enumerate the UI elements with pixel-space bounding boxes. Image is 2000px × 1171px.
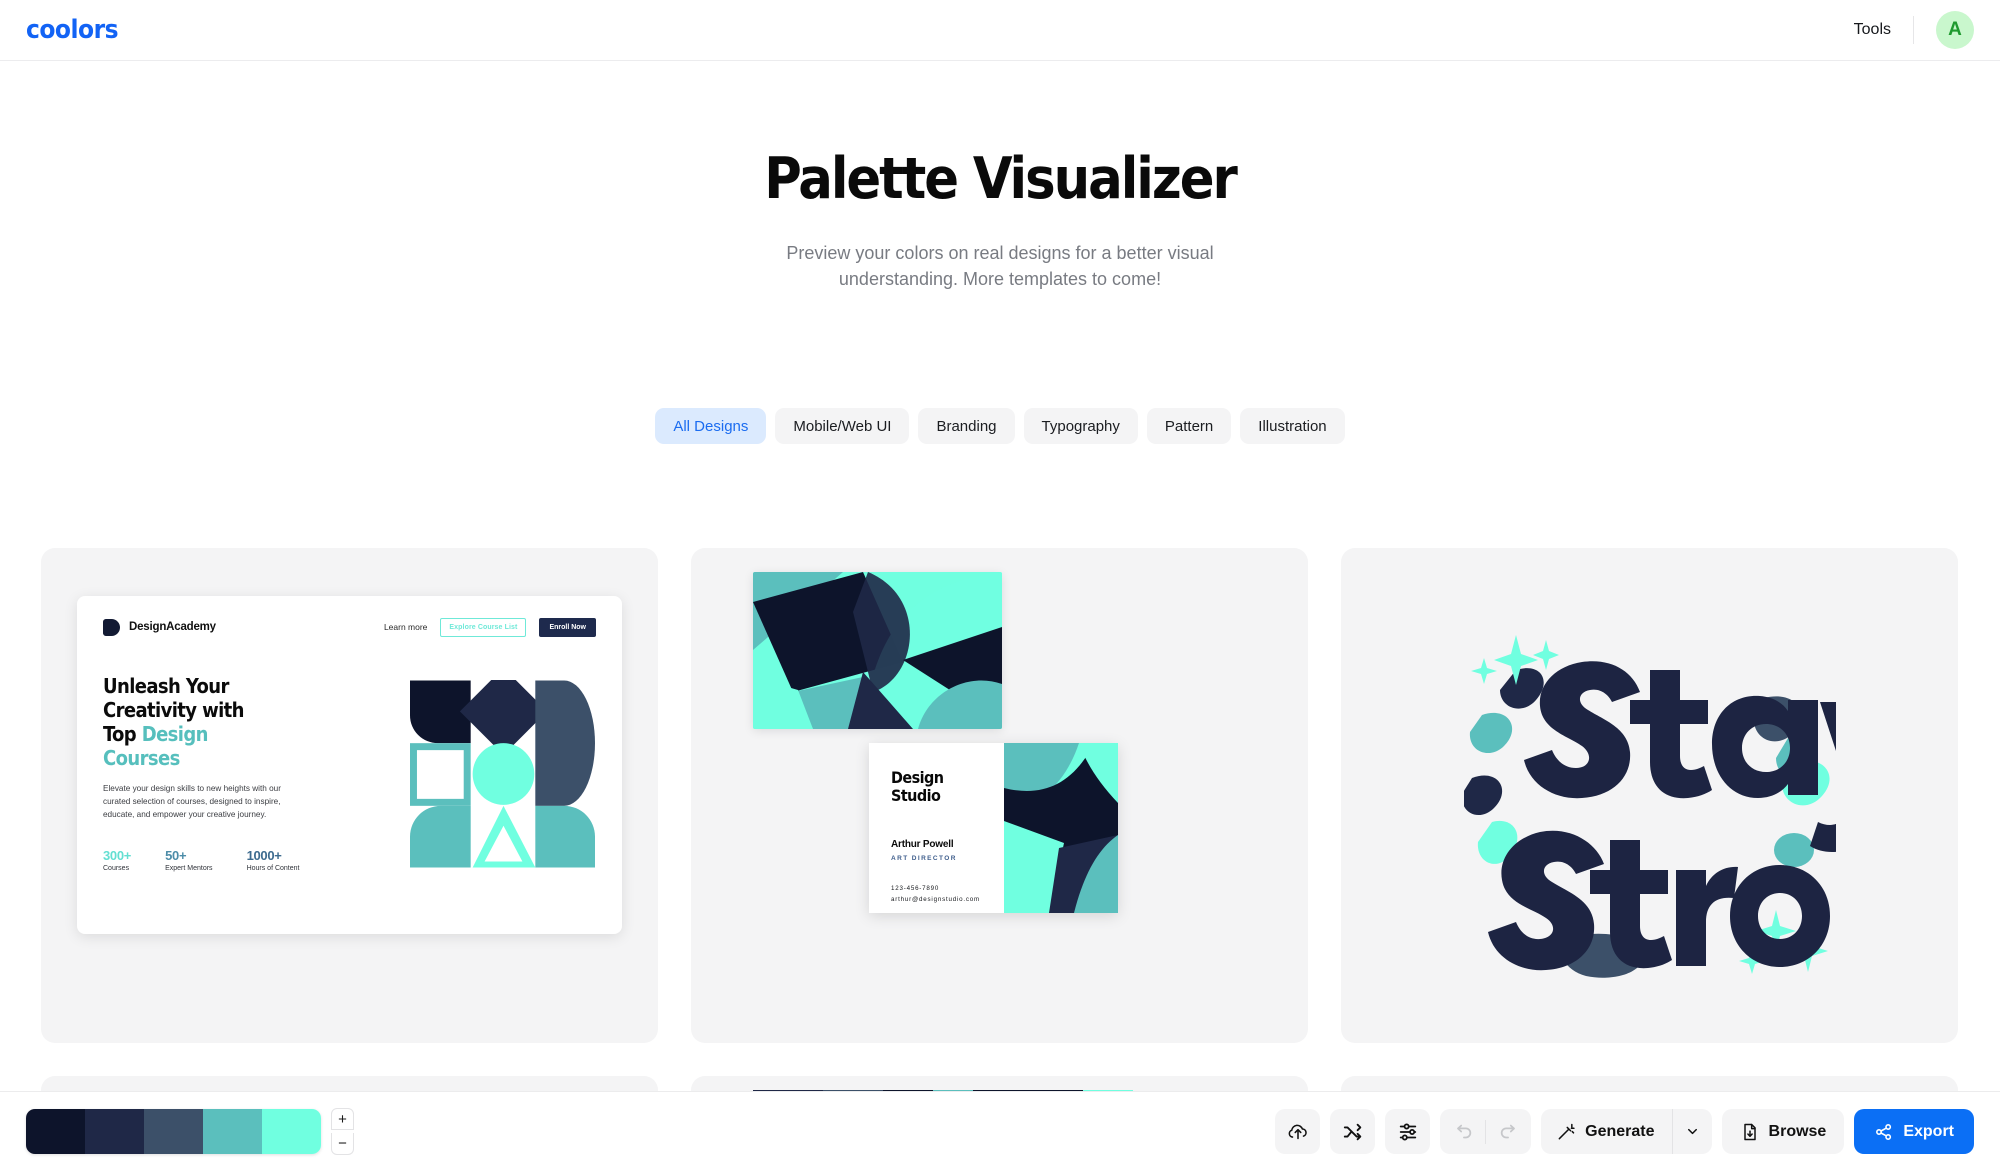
web-ui-mockup: DesignAcademy Learn more Explore Course … — [77, 596, 622, 934]
mockup-explore-button[interactable]: Explore Course List — [440, 617, 527, 637]
stat-number: 50+ — [165, 847, 187, 863]
palette-zoom-controls: + − — [331, 1108, 354, 1155]
upload-cloud-icon — [1288, 1124, 1307, 1139]
person-name: Arthur Powell — [891, 838, 954, 850]
mockup-headline: Unleash Your Creativity with Top Design … — [103, 674, 343, 770]
palette-swatch-4[interactable] — [203, 1109, 262, 1154]
browse-palettes-icon — [1743, 1123, 1756, 1140]
email-address: arthur@designstudio.com — [891, 895, 980, 903]
palette-controls: + − — [26, 1108, 354, 1155]
palette-swatch-3[interactable] — [144, 1109, 203, 1154]
adjust-sliders-icon — [1399, 1123, 1416, 1140]
redo-icon — [1500, 1124, 1515, 1138]
headline-line-2: Creativity with — [103, 698, 244, 722]
remove-color-button[interactable]: − — [331, 1133, 354, 1155]
mockup-learn-more-link[interactable]: Learn more — [384, 622, 427, 632]
design-academy-logo-icon — [103, 618, 120, 636]
stat-number: 1000+ — [246, 847, 282, 863]
design-card-illustration[interactable] — [1341, 548, 1958, 1043]
chevron-down-icon — [1687, 1128, 1697, 1135]
page-title: Palette Visualizer — [764, 146, 1238, 212]
design-card-branding[interactable]: Design Studio Arthur Powell ART DIRECTOR… — [691, 548, 1308, 1043]
design-card-web-ui[interactable]: DesignAcademy Learn more Explore Course … — [41, 548, 658, 1043]
undo-icon — [1456, 1124, 1471, 1138]
magic-wand-icon — [1558, 1123, 1575, 1139]
generate-label: Generate — [1585, 1122, 1655, 1140]
studio-name: Design Studio — [891, 769, 1004, 805]
mockup-brand: DesignAcademy — [103, 618, 216, 636]
design-filter-tabs: All Designs Mobile/Web UI Branding Typog… — [0, 408, 2000, 444]
export-button[interactable]: Export — [1854, 1109, 1974, 1154]
headline-line-3-prefix: Top — [103, 722, 142, 746]
geometric-shapes-illustration — [410, 680, 595, 868]
page-subtitle: Preview your colors on real designs for … — [786, 243, 1214, 290]
stat-item: 50+ Expert Mentors — [165, 848, 212, 872]
mockup-brand-name: DesignAcademy — [129, 621, 216, 633]
redo-button[interactable] — [1486, 1109, 1531, 1154]
stat-number: 300+ — [103, 847, 132, 863]
hero-section: Palette Visualizer Preview your colors o… — [0, 61, 2000, 292]
tab-illustration[interactable]: Illustration — [1240, 408, 1345, 444]
tab-pattern[interactable]: Pattern — [1146, 408, 1232, 444]
mockup-paragraph: Elevate your design skills to new height… — [103, 784, 281, 819]
undo-redo-group — [1440, 1109, 1532, 1154]
stat-label: Courses — [103, 864, 130, 872]
color-palette-strip — [26, 1109, 321, 1154]
mockup-enroll-button[interactable]: Enroll Now — [539, 617, 596, 637]
tab-all-designs[interactable]: All Designs — [655, 408, 767, 444]
top-bar-right-group: Tools A — [1832, 11, 1974, 49]
upload-image-button[interactable] — [1275, 1109, 1321, 1154]
studio-name-line-2: Studio — [891, 785, 941, 805]
top-bar-divider — [1913, 16, 1914, 44]
person-role: ART DIRECTOR — [891, 854, 957, 862]
business-card-mockup: Design Studio Arthur Powell ART DIRECTOR… — [869, 743, 1118, 913]
stat-label: Expert Mentors — [165, 864, 213, 872]
palette-swatch-1[interactable] — [26, 1109, 85, 1154]
share-icon — [1876, 1123, 1892, 1140]
headline-line-4: Courses — [103, 746, 180, 770]
business-card-info: Design Studio Arthur Powell ART DIRECTOR… — [869, 743, 1004, 913]
tab-typography[interactable]: Typography — [1023, 408, 1138, 444]
palette-swatch-5[interactable] — [262, 1109, 321, 1154]
mockup-navbar: DesignAcademy Learn more Explore Course … — [77, 596, 622, 658]
business-card-artwork — [1004, 743, 1118, 913]
mockup-hero-copy: Unleash Your Creativity with Top Design … — [103, 674, 343, 872]
generate-button-group[interactable]: Generate — [1541, 1109, 1712, 1154]
phone-number: 123-456-7890 — [891, 884, 940, 892]
stay-strong-lettering-illustration — [1463, 634, 1836, 978]
stat-label: Hours of Content — [246, 864, 300, 872]
palette-swatch-2[interactable] — [85, 1109, 144, 1154]
headline-line-1: Unleash Your — [103, 674, 229, 698]
stat-item: 300+ Courses — [103, 848, 131, 872]
studio-name-line-1: Design — [891, 768, 944, 787]
top-navigation-bar: coolors Tools A — [0, 0, 2000, 61]
tab-mobile-web-ui[interactable]: Mobile/Web UI — [775, 408, 910, 444]
browse-button[interactable]: Browse — [1721, 1109, 1845, 1154]
coolors-logo[interactable]: coolors — [26, 15, 119, 45]
adjust-palette-button[interactable] — [1385, 1109, 1431, 1154]
toolbar-actions: Generate Browse Export — [1275, 1109, 1974, 1154]
bottom-toolbar: + − Generate Browse Export — [0, 1091, 2000, 1171]
tab-branding[interactable]: Branding — [918, 408, 1015, 444]
shuffle-colors-button[interactable] — [1330, 1109, 1376, 1154]
mockup-nav-actions: Learn more Explore Course List Enroll No… — [384, 617, 596, 637]
export-label: Export — [1903, 1122, 1954, 1140]
generate-options-dropdown[interactable] — [1671, 1109, 1712, 1154]
user-avatar[interactable]: A — [1936, 11, 1974, 49]
add-color-button[interactable]: + — [331, 1108, 354, 1130]
stat-item: 1000+ Hours of Content — [247, 848, 300, 872]
headline-line-3-accent: Design — [141, 722, 209, 746]
abstract-pattern-image — [753, 572, 1002, 729]
shuffle-icon — [1343, 1123, 1361, 1140]
tools-menu-button[interactable]: Tools — [1832, 21, 1913, 39]
design-previews-grid: DesignAcademy Learn more Explore Course … — [41, 548, 1959, 1043]
generate-button[interactable]: Generate — [1541, 1109, 1671, 1154]
contact-details: 123-456-7890 arthur@designstudio.com — [891, 884, 1004, 906]
undo-button[interactable] — [1440, 1109, 1485, 1154]
browse-label: Browse — [1768, 1122, 1827, 1140]
mockup-stats-row: 300+ Courses 50+ Expert Mentors 1000+ Ho… — [103, 848, 343, 872]
